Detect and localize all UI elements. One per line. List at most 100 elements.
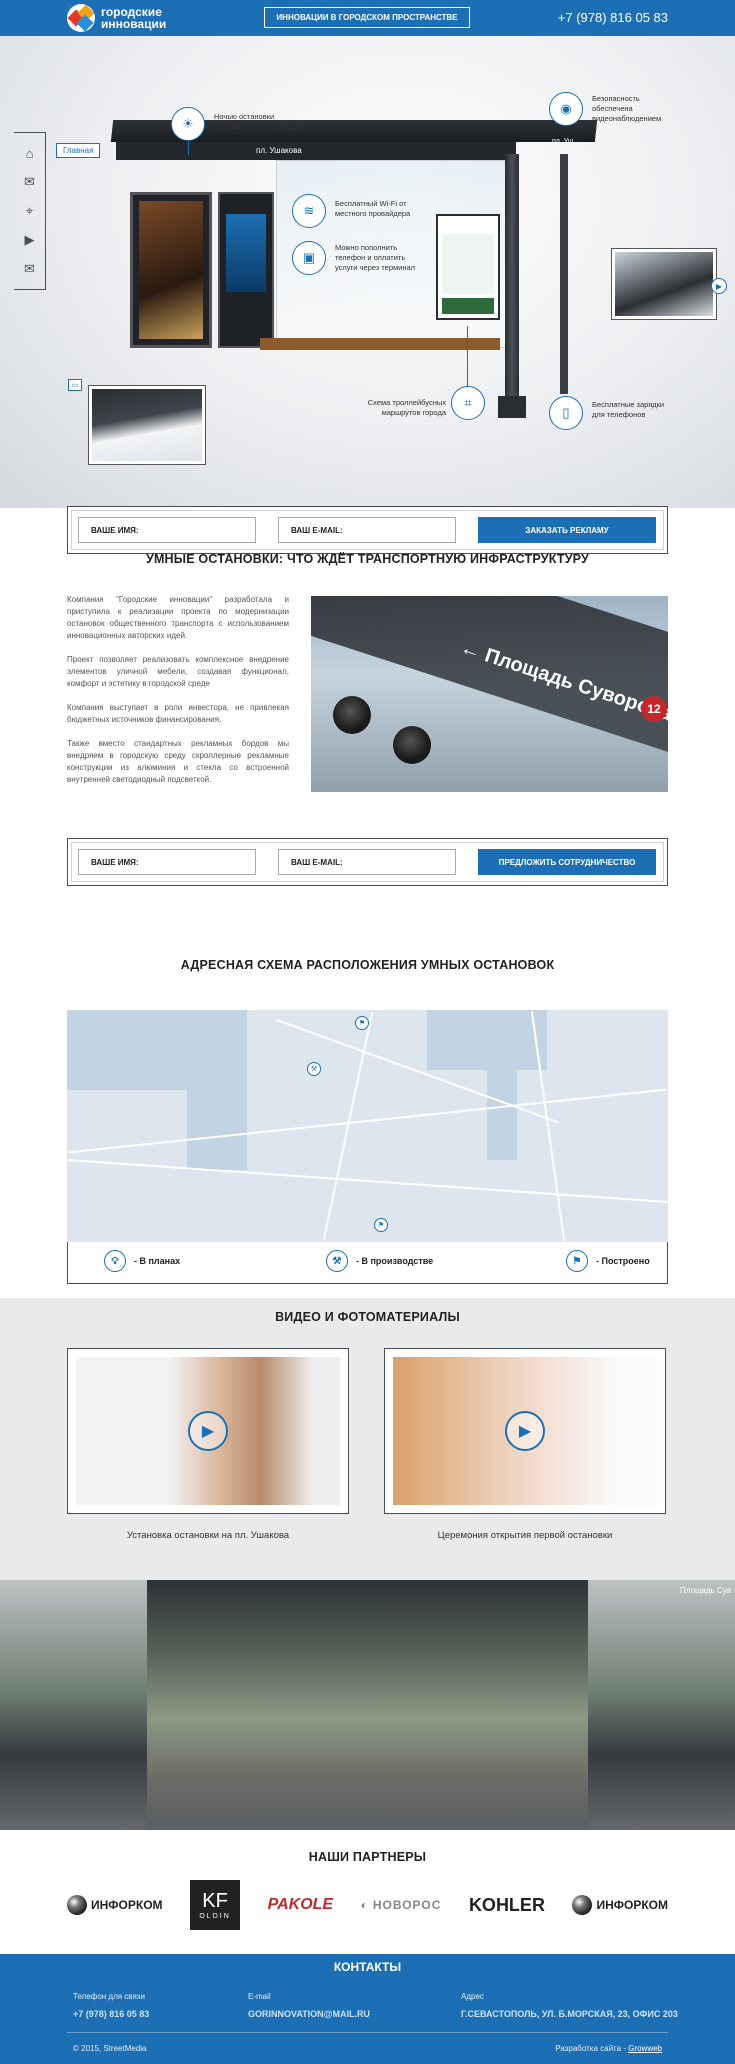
play-icon[interactable]: ▶ <box>22 232 38 248</box>
legend-production-label: - В производстве <box>356 1256 434 1266</box>
bench <box>260 338 500 350</box>
gallery-photo-next[interactable] <box>588 1580 735 1830</box>
logo-icon <box>67 4 95 32</box>
name-input[interactable]: ВАШЕ ИМЯ: <box>78 517 256 543</box>
email-input[interactable]: ВАШ E-MAIL: <box>278 849 456 875</box>
video-card[interactable]: ▶ <box>384 1348 666 1514</box>
callout-security: Безопасность обеспечена видеонаблюдением <box>592 94 662 123</box>
map-pin-built[interactable]: ⚑ <box>355 1016 369 1030</box>
footer-address-block: Адрес Г.СЕВАСТОПОЛЬ, УЛ. Б.МОРСКАЯ, 23, … <box>461 1992 678 2019</box>
home-tooltip: Главная <box>56 143 101 158</box>
footer-phone-label: Телефон для связи <box>73 1992 145 2001</box>
roof-sign-right: пл. Уш <box>552 138 574 145</box>
footer-phone[interactable]: +7 (978) 816 05 83 <box>73 2009 149 2019</box>
camera-icon: ◉ <box>549 92 583 126</box>
stop-pillar <box>505 154 519 416</box>
legend-built: ⚑ - Построено <box>566 1250 650 1272</box>
chat-icon[interactable]: ✉ <box>22 174 38 190</box>
footer-email-label: E-mail <box>248 1992 271 2001</box>
name-input[interactable]: ВАШЕ ИМЯ: <box>78 849 256 875</box>
wifi-icon: ≋ <box>292 194 326 228</box>
footer-developer: Разработка сайта - Growweb <box>555 2044 662 2053</box>
partner-logos: ИНФОРКОМ KF OLDIN PAKOLE ◐ НОВОРОС KOHLER … <box>67 1880 668 1930</box>
gallery-icon[interactable]: ▭ <box>68 379 82 391</box>
order-ad-button[interactable]: ЗАКАЗАТЬ РЕКЛАМУ <box>478 517 656 543</box>
terminal-icon: ▣ <box>292 241 326 275</box>
route-scheme-icon: ⌗ <box>451 386 485 420</box>
about-paragraph: Компания выступает в роли инвестора, не … <box>67 703 289 724</box>
footer-copyright: © 2015, StreetMedia <box>73 2044 147 2053</box>
footer-email-block: E-mail GORINNOVATION@MAIL.RU <box>248 1992 370 2019</box>
hero-section: ⌂ ✉ ⌖ ▶ ✉ Главная пл. Ушакова пл. Уш ☀ Н… <box>0 36 735 508</box>
partner-logo[interactable]: PAKOLE <box>268 1896 333 1914</box>
legend-planned: 💡︎ - В планах <box>104 1250 180 1272</box>
logo-line2: инновации <box>101 17 167 31</box>
email-input[interactable]: ВАШ E-MAIL: <box>278 517 456 543</box>
play-icon[interactable]: ▶ <box>505 1411 545 1451</box>
cooperation-form: ВАШЕ ИМЯ: ВАШ E-MAIL: ПРЕДЛОЖИТЬ СОТРУДН… <box>67 838 668 886</box>
map-pin-built[interactable]: ⚑ <box>374 1218 388 1232</box>
map-section: АДРЕСНАЯ СХЕМА РАСПОЛОЖЕНИЯ УМНЫХ ОСТАНО… <box>0 938 735 1298</box>
callout-terminal: Можно пополнить телефон и оплатить услуг… <box>335 243 416 272</box>
partner-logo[interactable]: ИНФОРКОМ <box>572 1895 668 1915</box>
nav-innovations-button[interactable]: ИННОВАЦИИ В ГОРОДСКОМ ПРОСТРАНСТВЕ <box>264 7 470 28</box>
led-light-icon: ☀ <box>171 107 205 141</box>
footer-divider <box>67 2032 668 2033</box>
logo-text: городские инновации <box>101 6 181 30</box>
location-icon[interactable]: ⌖ <box>22 203 38 219</box>
about-paragraph: Проект позволяет реализовать комплексное… <box>67 655 289 688</box>
about-paragraph: Также вместо стандартных рекламных бордо… <box>67 739 289 784</box>
photo-gallery[interactable]: Площадь Сув <box>0 1580 735 1830</box>
lightbulb-icon: 💡︎ <box>104 1250 126 1272</box>
gallery-photo-main[interactable] <box>147 1580 588 1830</box>
footer-address: Г.СЕВАСТОПОЛЬ, УЛ. Б.МОРСКАЯ, 23, ОФИС 2… <box>461 2009 678 2019</box>
play-icon[interactable]: ▶ <box>188 1411 228 1451</box>
cooperation-button[interactable]: ПРЕДЛОЖИТЬ СОТРУДНИЧЕСТВО <box>478 849 656 875</box>
partners-section: НАШИ ПАРТНЕРЫ ИНФОРКОМ KF OLDIN PAKOLE ◐ Н… <box>0 1830 735 1954</box>
video-caption: Церемония открытия первой остановки <box>437 1530 613 1541</box>
flag-icon: ⚑ <box>566 1250 588 1272</box>
route-map-board <box>436 214 500 320</box>
footer-address-label: Адрес <box>461 1992 484 2001</box>
callout-scheme: Схема троллейбусных маршрутов города <box>367 398 446 417</box>
partner-logo[interactable]: KF OLDIN <box>190 1880 241 1930</box>
callout-charging: Бесплатные зарядки для телефонов <box>592 400 665 419</box>
hero-thumb-right[interactable] <box>611 248 717 320</box>
about-photo: ← Площадь Суворова 12 <box>311 596 668 792</box>
legend-production: ⚒ - В производстве <box>326 1250 433 1272</box>
side-nav: ⌂ ✉ ⌖ ▶ ✉ <box>14 132 46 290</box>
tools-icon: ⚒ <box>326 1250 348 1272</box>
partner-logo[interactable]: KOHLER <box>469 1895 545 1916</box>
mail-icon[interactable]: ✉ <box>22 261 38 277</box>
stop-pillar-base <box>498 396 526 418</box>
video-caption: Установка остановки на пл. Ушакова <box>126 1530 290 1541</box>
gallery-photo-prev[interactable] <box>0 1580 147 1830</box>
about-title: УМНЫЕ ОСТАНОВКИ: ЧТО ЖДЁТ ТРАНСПОРТНУЮ И… <box>145 552 590 566</box>
footer-email[interactable]: GORINNOVATION@MAIL.RU <box>248 2009 370 2019</box>
gallery-sign: Площадь Сув <box>680 1586 732 1595</box>
callout-wifi: Бесплатный Wi-Fi от местного провайдера <box>335 199 411 218</box>
stop-pillar-back <box>560 154 568 394</box>
home-icon[interactable]: ⌂ <box>22 145 38 161</box>
arrow-right-icon[interactable]: ▶ <box>711 278 727 294</box>
callout-night: Ночью остановки освещаются светодиодами <box>214 112 309 131</box>
logo[interactable]: городские инновации <box>67 4 181 32</box>
about-section: УМНЫЕ ОСТАНОВКИ: ЧТО ЖДЁТ ТРАНСПОРТНУЮ И… <box>0 508 735 838</box>
camera-dome-icon <box>393 726 431 764</box>
video-card[interactable]: ▶ <box>67 1348 349 1514</box>
footer-title: КОНТАКТЫ <box>333 1960 402 1974</box>
about-paragraph: Компания "Городские инновации" разработа… <box>67 595 289 640</box>
partner-logo[interactable]: ИНФОРКОМ <box>67 1895 163 1915</box>
stop-roof-front <box>116 142 516 160</box>
video-section: ВИДЕО И ФОТОМАТЕРИАЛЫ ▶ Установка остано… <box>0 1298 735 1580</box>
site-header: городские инновации ИННОВАЦИИ В ГОРОДСКО… <box>0 0 735 36</box>
photo-route-badge: 12 <box>641 696 667 722</box>
city-map[interactable]: ⚑ ⚒ ⚑ <box>67 1010 668 1242</box>
hero-thumb-left[interactable] <box>88 385 206 465</box>
map-pin-production[interactable]: ⚒ <box>307 1062 321 1076</box>
developer-link[interactable]: Growweb <box>628 2044 662 2053</box>
header-phone[interactable]: +7 (978) 816 05 83 <box>558 10 668 25</box>
partners-title: НАШИ ПАРТНЕРЫ <box>308 1850 427 1864</box>
partner-logo[interactable]: ◐ НОВОРОС <box>361 1898 442 1912</box>
charging-icon: ▯ <box>549 396 583 430</box>
